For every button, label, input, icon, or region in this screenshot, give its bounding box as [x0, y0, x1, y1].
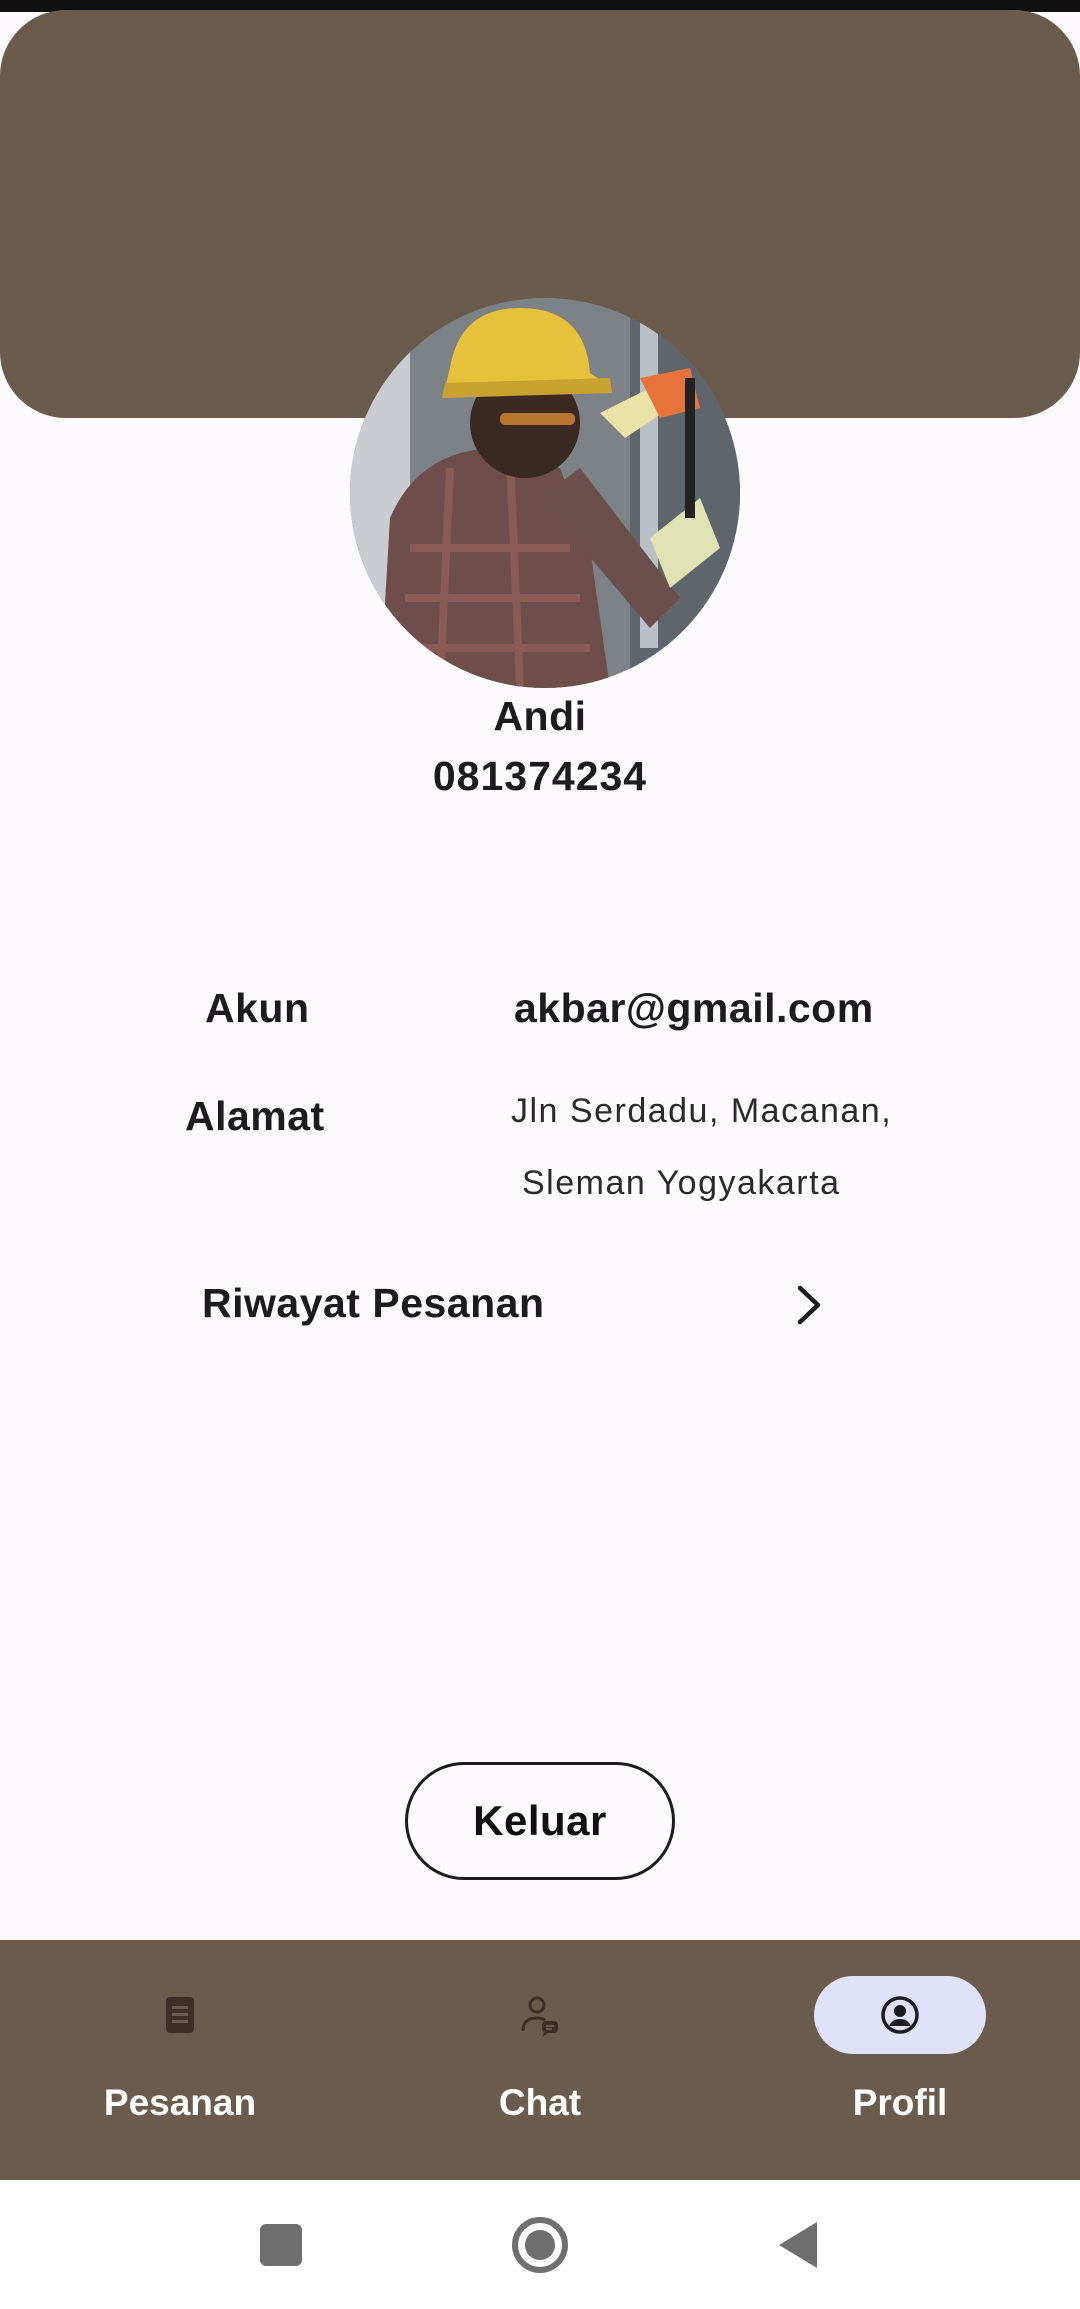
user-name: Andi	[493, 693, 587, 739]
avatar-photo	[350, 298, 740, 688]
nav-item-pesanan[interactable]: Pesanan	[0, 1940, 360, 2180]
system-navigation-bar	[0, 2180, 1080, 2309]
address-line-2: Sleman Yogyakarta	[522, 1164, 841, 1202]
person-chat-icon	[521, 1996, 558, 2037]
nav-label-profil: Profil	[852, 2082, 948, 2123]
account-label: Akun	[205, 985, 310, 1031]
nav-label-chat: Chat	[498, 2082, 582, 2123]
document-icon	[166, 1997, 194, 2033]
account-email-value: akbar@gmail.com	[514, 985, 874, 1031]
bottom-navigation: Pesanan Chat Profil	[0, 1940, 1080, 2180]
triangle-back-icon[interactable]	[763, 2210, 833, 2280]
nav-item-profil[interactable]: Profil	[720, 1940, 1080, 2180]
square-icon[interactable]	[246, 2210, 316, 2280]
order-history-row[interactable]: Riwayat Pesanan	[180, 1270, 840, 1340]
logout-button[interactable]: Keluar	[405, 1762, 675, 1880]
nav-pill-active	[814, 1976, 986, 2054]
chevron-right-icon	[797, 1285, 821, 1325]
address-line-1: Jln Serdadu, Macanan,	[511, 1092, 893, 1130]
nav-pill	[454, 1976, 626, 2054]
nav-item-chat[interactable]: Chat	[360, 1940, 720, 2180]
order-history-label: Riwayat Pesanan	[202, 1280, 545, 1326]
account-circle-icon	[881, 1996, 919, 2034]
circle-icon[interactable]	[505, 2210, 575, 2280]
address-label: Alamat	[185, 1093, 325, 1139]
nav-pill	[94, 1976, 266, 2054]
nav-label-pesanan: Pesanan	[103, 2082, 257, 2123]
avatar[interactable]	[350, 298, 740, 688]
user-phone: 081374234	[432, 753, 648, 799]
